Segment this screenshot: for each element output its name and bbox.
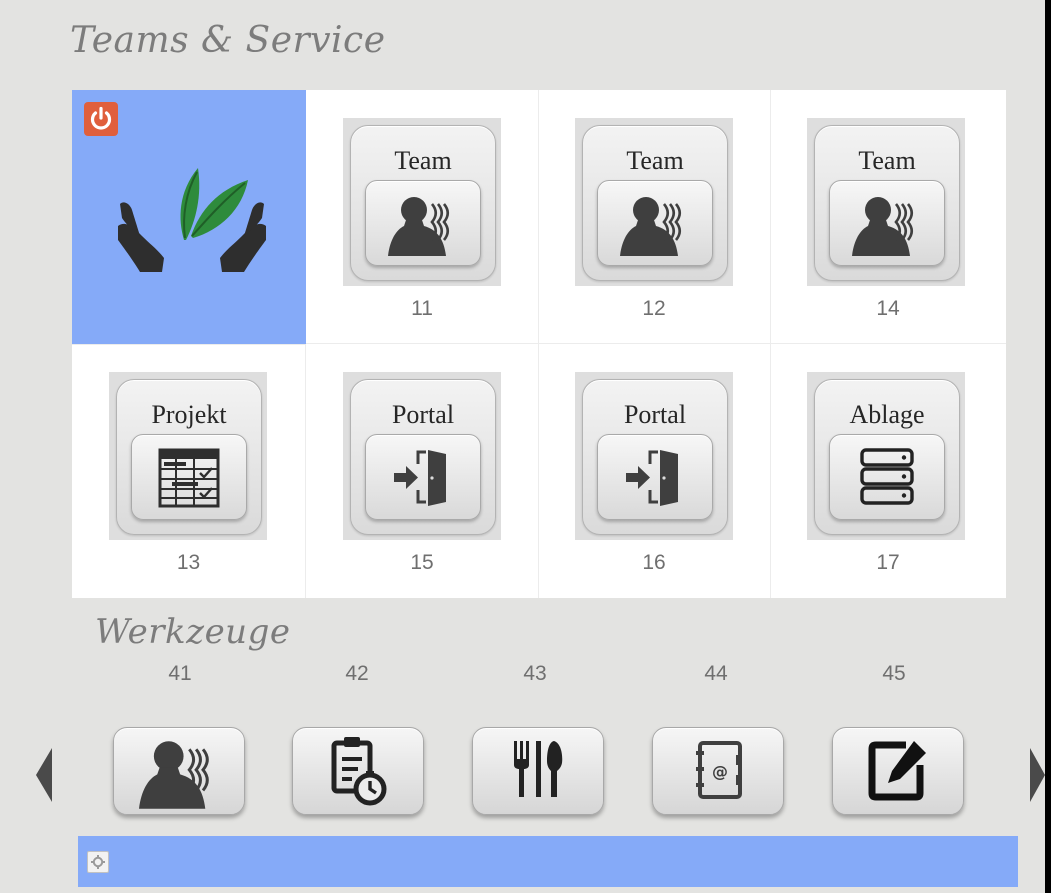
- settings-button[interactable]: [87, 851, 109, 873]
- portal-16-tile[interactable]: Portal 16: [538, 344, 771, 598]
- edit-note-icon: [868, 741, 926, 801]
- tile-grid: Team 11 Team 12 Team 14 Projekt 13 Porta…: [72, 90, 1006, 598]
- projekt-13-button[interactable]: Projekt: [116, 379, 262, 535]
- tool-number: 43: [523, 662, 547, 685]
- portal-door-icon: [394, 450, 446, 506]
- tile-number: 12: [642, 297, 666, 320]
- tile-label: Team: [858, 146, 916, 175]
- team-14-tile[interactable]: Team 14: [770, 90, 1006, 344]
- team-person-icon: [852, 197, 914, 256]
- svg-text:@: @: [712, 762, 728, 781]
- ablage-17-tile[interactable]: Ablage 17: [770, 344, 1006, 598]
- projekt-13-tile[interactable]: Projekt 13: [72, 344, 306, 598]
- status-bar: [78, 836, 1018, 887]
- tile-number: 13: [176, 551, 201, 574]
- ablage-17-button[interactable]: Ablage: [814, 379, 960, 535]
- tool-45-button[interactable]: [832, 727, 964, 815]
- power-icon: [90, 106, 112, 130]
- portal-15-tile[interactable]: Portal 15: [306, 344, 539, 598]
- team-12-button[interactable]: Team: [582, 125, 728, 281]
- team-11-tile[interactable]: Team 11: [306, 90, 539, 344]
- team-person-icon: [388, 197, 450, 256]
- chevron-right-icon: [1030, 748, 1045, 802]
- team-11-button[interactable]: Team: [350, 125, 496, 281]
- team-12-tile[interactable]: Team 12: [538, 90, 771, 344]
- tile-number: 17: [876, 551, 900, 574]
- portal-15-button[interactable]: Portal: [350, 379, 496, 535]
- scroll-right-button[interactable]: [1030, 748, 1045, 807]
- tool-number: 42: [345, 662, 369, 685]
- tool-44-button[interactable]: @: [652, 727, 784, 815]
- scroll-left-button[interactable]: [36, 748, 52, 807]
- werkzeuge-title: Werkzeuge: [95, 612, 291, 652]
- tool-43-button[interactable]: [472, 727, 604, 815]
- portal-16-button[interactable]: Portal: [582, 379, 728, 535]
- tile-label: Portal: [391, 400, 455, 429]
- team-person-icon: [139, 741, 209, 809]
- chevron-left-icon: [36, 748, 52, 802]
- gear-icon: [91, 855, 105, 869]
- tile-number: 15: [410, 551, 434, 574]
- tool-number: 41: [168, 662, 192, 685]
- portal-door-icon: [626, 450, 678, 506]
- tile-label: Projekt: [151, 400, 227, 429]
- tile-label: Team: [626, 146, 684, 175]
- team-person-icon: [620, 197, 682, 256]
- cutlery-icon: [514, 741, 563, 797]
- address-book-icon: @: [696, 741, 742, 799]
- storage-stack-icon: [860, 448, 914, 505]
- tile-number: 16: [642, 551, 666, 574]
- tool-number: 44: [704, 662, 728, 685]
- tile-label: Portal: [623, 400, 687, 429]
- home-tile[interactable]: [72, 90, 306, 345]
- project-table-icon: [158, 448, 220, 508]
- tile-number: 14: [876, 297, 900, 320]
- app-panel: Teams & Service Team 11 Team 12 Team 14 …: [0, 0, 1045, 893]
- power-button[interactable]: [84, 102, 118, 136]
- tool-42-button[interactable]: [292, 727, 424, 815]
- tool-number: 45: [882, 662, 906, 685]
- hands-leaf-icon: [118, 168, 266, 272]
- team-14-button[interactable]: Team: [814, 125, 960, 281]
- tile-number: 11: [411, 297, 433, 320]
- tile-label: Team: [394, 146, 452, 175]
- clipboard-timer-icon: [331, 737, 387, 806]
- tile-label: Ablage: [849, 400, 925, 429]
- tool-41-button[interactable]: [113, 727, 245, 815]
- teams-service-title: Teams & Service: [70, 20, 386, 61]
